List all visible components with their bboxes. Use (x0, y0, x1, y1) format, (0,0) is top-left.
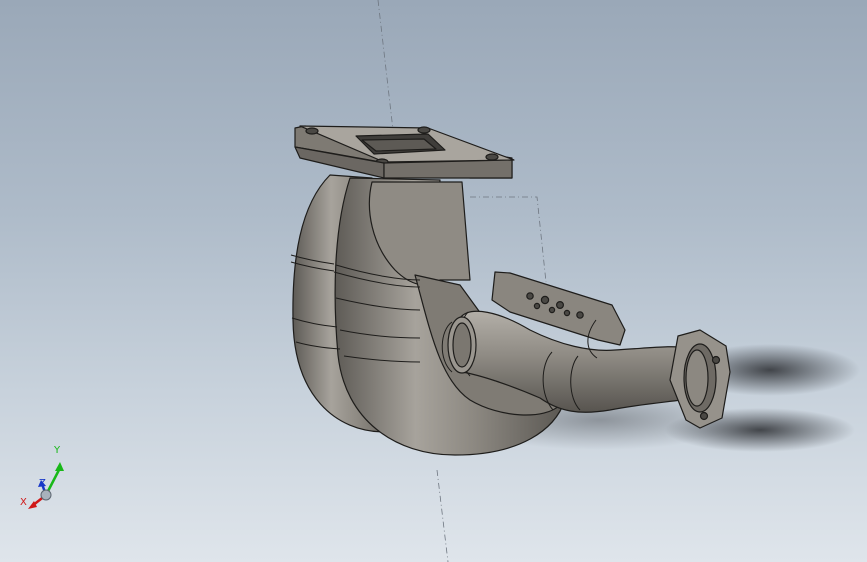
orientation-triad[interactable]: Y X Z (18, 440, 78, 515)
triad-z-label: Z (39, 478, 46, 489)
model-view[interactable] (0, 0, 867, 562)
graphics-viewport[interactable]: Y X Z (0, 0, 867, 562)
triad-axes-icon (28, 462, 64, 509)
triad-y-label: Y (54, 445, 61, 456)
triad-x-label: X (20, 497, 27, 508)
